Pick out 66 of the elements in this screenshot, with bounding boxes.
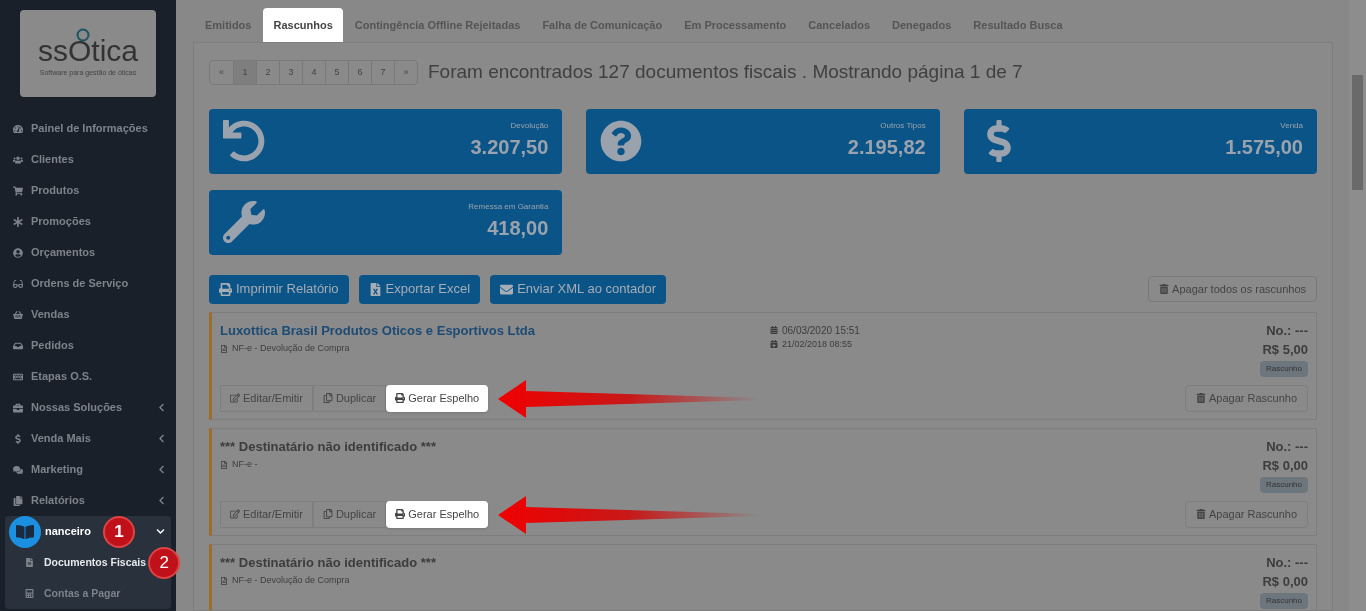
results-summary: Foram encontrados 127 documentos fiscais . Mostrando página 1 de 7 xyxy=(428,60,1023,84)
sidebar-item[interactable]: nanceiro xyxy=(45,523,91,540)
status-badge: Rascunho xyxy=(1259,476,1308,493)
sidebar-item[interactable]: Clientes xyxy=(13,151,74,168)
sidebar-item[interactable]: Promoções xyxy=(13,213,91,230)
created-date: 06/03/2020 15:51 xyxy=(782,323,860,338)
stat-label: Devolução xyxy=(510,120,549,132)
stat-value: 2.195,82 xyxy=(847,135,926,160)
status-badge: Rascunho xyxy=(1259,360,1308,377)
sidebar-item[interactable]: Relatórios xyxy=(13,492,85,509)
delete-all-button[interactable]: Apagar todos os rascunhos xyxy=(1148,276,1317,302)
sidebar-item[interactable]: Ordens de Serviço xyxy=(13,275,129,292)
document-action-button[interactable]: Gerar Espelho xyxy=(386,500,489,528)
document-number: No.: --- xyxy=(1266,553,1308,572)
document-action-button[interactable]: Duplicar xyxy=(312,384,387,412)
sidebar-item[interactable]: Pedidos xyxy=(13,337,74,354)
stat-label: Remessa em Garantia xyxy=(468,201,549,213)
page-link[interactable]: 7 xyxy=(371,60,394,84)
submenu-item[interactable]: Contas a Pagar xyxy=(25,585,121,602)
sidebar-item[interactable]: Produtos xyxy=(13,182,80,199)
recipient-name: *** Destinatário não identificado *** xyxy=(220,437,437,456)
action-button[interactable]: Exportar Excel xyxy=(358,274,481,304)
document-number: No.: --- xyxy=(1266,321,1308,340)
stat-label: Outros Tipos xyxy=(880,120,926,132)
step-badge: 1 xyxy=(104,517,133,546)
document-type: NF-e - Devolução de Compra xyxy=(232,574,350,587)
sidebar-item[interactable]: Painel de Informações xyxy=(13,120,148,137)
page-link[interactable]: 3 xyxy=(279,60,302,84)
page-link[interactable]: 2 xyxy=(256,60,279,84)
recipient-name[interactable]: Luxottica Brasil Produtos Oticos e Esportivos Ltda xyxy=(220,320,770,340)
sidebar-item[interactable]: Marketing xyxy=(13,461,83,478)
delete-draft-button[interactable]: Apagar Rascunho xyxy=(1184,500,1308,528)
recipient-name: *** Destinatário não identificado *** xyxy=(220,553,437,572)
sidebar-item[interactable]: Orçamentos xyxy=(13,244,96,261)
delete-draft-button[interactable]: Apagar Rascunho xyxy=(1184,384,1308,412)
document-type: NF-e - Devolução de Compra xyxy=(232,342,350,355)
page-link[interactable]: 4 xyxy=(302,60,325,84)
document-amount: R$ 5,00 xyxy=(1262,341,1308,359)
stat-value: 1.575,00 xyxy=(1225,135,1303,160)
document-amount: R$ 0,00 xyxy=(1262,457,1308,475)
action-button[interactable]: Imprimir Relatório xyxy=(209,274,349,304)
document-amount: R$ 0,00 xyxy=(1262,573,1308,591)
document-action-button[interactable]: Gerar Espelho xyxy=(386,384,489,412)
issued-date: 21/02/2018 08:55 xyxy=(782,337,853,351)
document-action-button[interactable]: Editar/Emitir xyxy=(220,384,313,412)
document-number: No.: --- xyxy=(1266,437,1308,456)
logo-wordmark: ssOtica xyxy=(38,36,138,67)
submenu-item[interactable]: Documentos Fiscais xyxy=(25,554,147,571)
page-link[interactable]: » xyxy=(394,60,417,84)
stat-label: Venda xyxy=(1280,120,1303,132)
document-action-button[interactable]: Duplicar xyxy=(312,500,387,528)
sidebar-item[interactable]: Vendas xyxy=(13,306,70,323)
step-badge: 2 xyxy=(150,548,179,577)
page-link[interactable]: 5 xyxy=(325,60,348,84)
document-action-button[interactable]: Editar/Emitir xyxy=(220,500,313,528)
document-type: NF-e - xyxy=(232,458,258,471)
stat-value: 418,00 xyxy=(487,216,549,241)
stat-value: 3.207,50 xyxy=(470,135,549,160)
sidebar-item[interactable]: Venda Mais xyxy=(13,430,91,447)
status-badge: Rascunho xyxy=(1259,592,1308,609)
action-button[interactable]: Enviar XML ao contador xyxy=(490,274,667,304)
sidebar-item[interactable]: Nossas Soluções xyxy=(13,399,123,416)
tab[interactable]: Rascunhos xyxy=(263,8,343,42)
sidebar-item[interactable]: Etapas O.S. xyxy=(13,368,93,385)
page-link[interactable]: « xyxy=(210,60,233,84)
page-link[interactable]: 6 xyxy=(348,60,371,84)
